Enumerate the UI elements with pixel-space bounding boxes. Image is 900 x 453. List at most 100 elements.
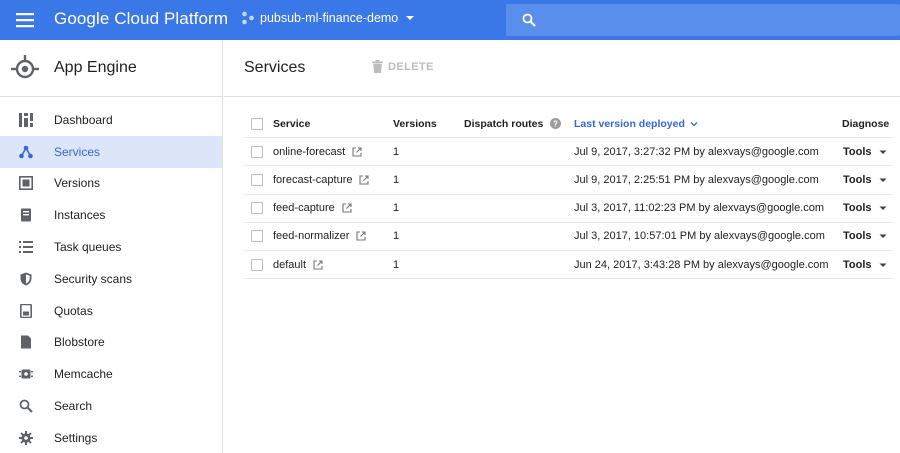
external-link-icon[interactable] — [359, 175, 370, 185]
service-cell: feed-capture — [273, 202, 352, 214]
deployed-cell: Jul 3, 2017, 11:02:23 PM by alexvays@goo… — [574, 202, 825, 215]
tools-dropdown[interactable]: Tools — [843, 146, 887, 158]
sidebar-item-memcache[interactable]: Memcache — [0, 358, 222, 390]
versions-cell[interactable]: 1 — [393, 146, 399, 158]
chevron-down-icon — [879, 150, 887, 154]
service-name[interactable]: forecast-capture — [273, 174, 352, 186]
tools-dropdown[interactable]: Tools — [843, 174, 887, 186]
external-link-icon[interactable] — [352, 147, 362, 157]
sidebar-header: App Engine — [0, 40, 222, 97]
sidebar-item-label: Instances — [54, 208, 106, 223]
sidebar-item-security-scans[interactable]: Security scans — [0, 263, 222, 295]
tools-label: Tools — [843, 230, 872, 243]
chevron-down-icon — [879, 206, 887, 211]
versions-cell[interactable]: 1 — [393, 174, 399, 186]
service-name[interactable]: feed-capture — [273, 202, 335, 214]
sidebar-item-blobstore[interactable]: Blobstore — [0, 327, 222, 359]
row-checkbox[interactable] — [251, 173, 263, 186]
app-engine-icon — [11, 55, 39, 79]
sidebar-item-services[interactable]: Services — [0, 135, 222, 168]
services-table: Service Versions Dispatch routes ? Last … — [244, 110, 893, 280]
deployed-cell: Jul 9, 2017, 3:27:32 PM by alexvays@goog… — [574, 145, 819, 158]
tools-dropdown[interactable]: Tools — [843, 202, 887, 214]
tools-label: Tools — [843, 202, 872, 215]
sidebar-item-label: Search — [54, 399, 93, 414]
chip-icon — [19, 369, 33, 379]
sidebar-item-task-queues[interactable]: Task queues — [0, 231, 222, 263]
delete-button[interactable]: DELETE — [372, 60, 434, 73]
delete-label: DELETE — [388, 60, 434, 73]
chevron-down-icon — [879, 234, 887, 239]
table-row: feed-capture 1 Jul 3, 2017, 11:02:23 PM … — [244, 195, 893, 223]
header-diagnose: Diagnose — [842, 117, 890, 130]
chevron-down-icon — [406, 16, 415, 20]
project-selector[interactable]: pubsub-ml-finance-demo — [241, 11, 415, 25]
versions-cell[interactable]: 1 — [393, 259, 399, 271]
sidebar-item-label: Dashboard — [54, 112, 113, 127]
header-service[interactable]: Service — [273, 118, 310, 130]
service-name[interactable]: online-forecast — [273, 146, 345, 158]
table-row: forecast-capture 1 Jul 9, 2017, 2:25:51 … — [244, 166, 893, 195]
row-checkbox[interactable] — [251, 230, 263, 243]
tools-dropdown[interactable]: Tools — [843, 259, 887, 271]
table-header-row: Service Versions Dispatch routes ? Last … — [244, 110, 893, 139]
top-bar: Google Cloud Platform pubsub-ml-finance-… — [0, 0, 900, 40]
sidebar-item-dashboard[interactable]: Dashboard — [0, 104, 222, 136]
sidebar-item-quotas[interactable]: Quotas — [0, 295, 222, 327]
sidebar-item-label: Services — [54, 144, 101, 159]
versions-cell[interactable]: 1 — [393, 202, 399, 214]
sidebar-item-instances[interactable]: Instances — [0, 199, 222, 231]
hamburger-menu-icon[interactable] — [15, 11, 35, 29]
header-dispatch-label: Dispatch routes — [464, 117, 544, 130]
chevron-down-icon — [879, 178, 887, 182]
service-cell: default — [273, 259, 323, 271]
table-row: online-forecast 1 Jul 9, 2017, 3:27:32 P… — [244, 138, 893, 167]
tools-label: Tools — [843, 173, 872, 186]
header-dispatch-routes[interactable]: Dispatch routes ? — [464, 117, 562, 130]
table-row: default 1 Jun 24, 2017, 3:43:28 PM by al… — [244, 251, 893, 280]
sidebar-nav: Dashboard Services Versions Instances Ta… — [0, 104, 222, 453]
header-versions[interactable]: Versions — [393, 118, 437, 130]
search-input[interactable] — [506, 4, 900, 36]
select-all-checkbox[interactable] — [251, 117, 263, 130]
deployed-cell: Jun 24, 2017, 3:43:28 PM by alexvays@goo… — [574, 258, 829, 271]
sidebar-item-label: Security scans — [54, 271, 133, 286]
sidebar: App Engine Dashboard Services Versions I… — [0, 40, 223, 453]
gear-icon — [19, 430, 33, 445]
search-icon — [19, 399, 33, 413]
versions-icon — [19, 176, 33, 191]
sidebar-item-settings[interactable]: Settings — [0, 422, 222, 453]
svg-text:?: ? — [553, 119, 558, 128]
service-cell: feed-normalizer — [273, 230, 366, 242]
external-link-icon[interactable] — [313, 259, 323, 270]
row-checkbox[interactable] — [251, 258, 263, 271]
project-icon — [242, 11, 254, 25]
search-icon — [522, 13, 536, 27]
sidebar-item-label: Memcache — [54, 367, 113, 382]
table-row: feed-normalizer 1 Jul 3, 2017, 10:57:01 … — [244, 223, 893, 251]
service-name[interactable]: default — [273, 259, 306, 271]
service-name[interactable]: feed-normalizer — [273, 230, 349, 242]
list-icon — [19, 241, 33, 254]
sidebar-item-label: Settings — [54, 430, 98, 445]
quota-icon — [20, 303, 32, 318]
brand-title[interactable]: Google Cloud Platform — [54, 9, 228, 29]
service-cell: forecast-capture — [273, 174, 370, 186]
header-deployed-label: Last version deployed — [574, 117, 685, 130]
sidebar-item-search[interactable]: Search — [0, 390, 222, 422]
sidebar-item-label: Quotas — [54, 303, 93, 318]
row-checkbox[interactable] — [251, 202, 263, 215]
sidebar-item-label: Blobstore — [54, 335, 105, 350]
versions-cell[interactable]: 1 — [393, 230, 399, 242]
tools-dropdown[interactable]: Tools — [843, 230, 887, 242]
header-last-version-deployed[interactable]: Last version deployed — [574, 118, 698, 130]
page-title: Services — [244, 59, 306, 76]
external-link-icon[interactable] — [356, 231, 366, 241]
help-icon[interactable]: ? — [550, 118, 562, 130]
tools-label: Tools — [843, 145, 872, 158]
sidebar-item-label: Versions — [54, 176, 101, 191]
service-cell: online-forecast — [273, 146, 362, 158]
sidebar-item-versions[interactable]: Versions — [0, 168, 222, 200]
external-link-icon[interactable] — [342, 203, 352, 213]
row-checkbox[interactable] — [251, 145, 263, 158]
